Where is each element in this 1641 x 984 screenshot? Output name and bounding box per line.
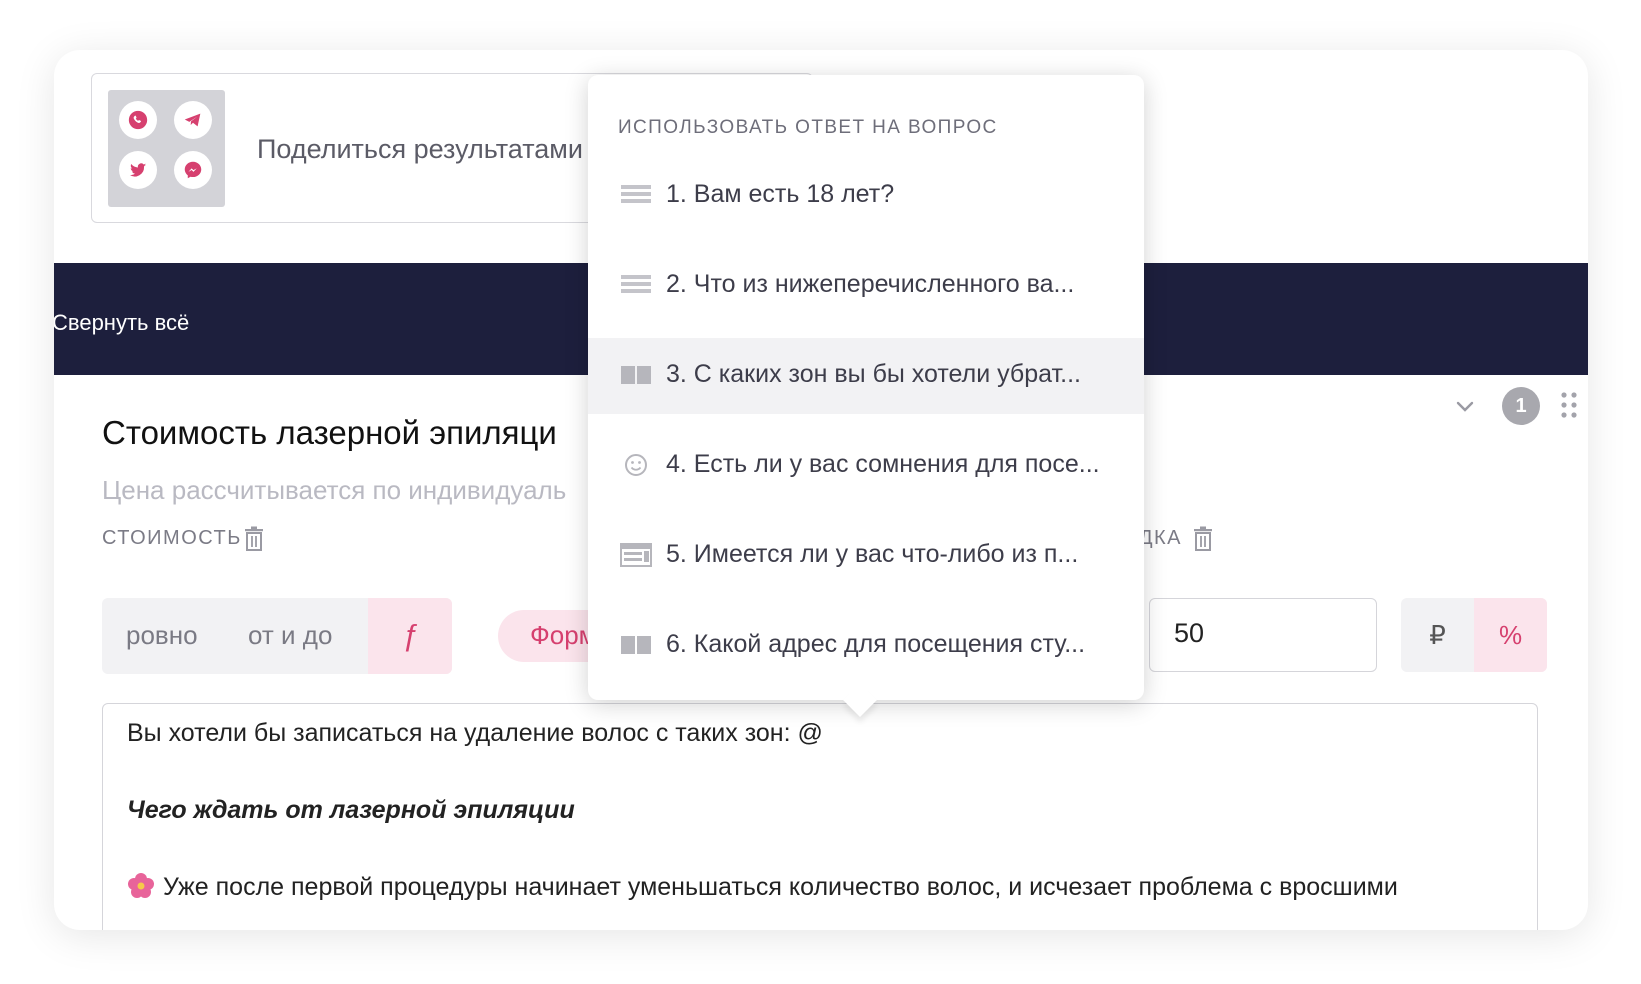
discount-value: 50 xyxy=(1174,618,1205,648)
dropdown-item[interactable]: 1. Вам есть 18 лет? xyxy=(588,158,1144,234)
editor-paragraph: Уже после первой процедуры начинает умен… xyxy=(127,872,1398,902)
dropdown-item-label: 2. Что из нижеперечисленного ва... xyxy=(666,270,1075,298)
messenger-icon xyxy=(174,151,212,189)
result-number-badge: 1 xyxy=(1502,387,1540,425)
dropdown-item-label: 4. Есть ли у вас сомнения для посе... xyxy=(666,450,1100,478)
collapse-all-button[interactable]: Свернуть всё xyxy=(54,310,189,336)
dropdown-item[interactable]: 6. Какой адрес для посещения сту... xyxy=(588,608,1144,684)
discount-unit-selector: ₽ % xyxy=(1401,598,1547,672)
chevron-down-icon[interactable] xyxy=(1452,393,1478,419)
share-icons-preview xyxy=(108,90,225,207)
discount-unit-percent[interactable]: % xyxy=(1474,598,1547,672)
twitter-icon xyxy=(119,151,157,189)
whatsapp-icon xyxy=(119,101,157,139)
trash-icon[interactable] xyxy=(1192,526,1214,552)
price-mode-exact[interactable]: ровно xyxy=(126,620,198,651)
list-icon xyxy=(621,185,651,203)
image-choice-icon xyxy=(621,636,651,654)
result-title[interactable]: Стоимость лазерной эпиляци xyxy=(102,414,557,452)
editor-heading: Чего ждать от лазерной эпиляции xyxy=(127,796,575,824)
drag-handle-icon[interactable] xyxy=(1560,390,1578,420)
dropdown-item[interactable]: 5. Имеется ли у вас что-либо из п... xyxy=(588,518,1144,594)
dropdown-item[interactable]: 3. С каких зон вы бы хотели убрат... xyxy=(588,338,1144,414)
dropdown-item[interactable]: 4. Есть ли у вас сомнения для посе... xyxy=(588,428,1144,504)
price-mode-selector: ровно от и до ƒ xyxy=(102,598,452,674)
share-results-text: Поделиться результатами xyxy=(257,134,583,164)
dropdown-item-label: 6. Какой адрес для посещения сту... xyxy=(666,630,1086,658)
flower-emoji-icon xyxy=(128,873,154,898)
price-mode-range[interactable]: от и до xyxy=(248,620,332,651)
dropdown-item-label: 3. С каких зон вы бы хотели убрат... xyxy=(666,360,1081,388)
image-choice-icon xyxy=(621,366,651,384)
dropdown-item-label: 1. Вам есть 18 лет? xyxy=(666,180,895,208)
discount-unit-rub[interactable]: ₽ xyxy=(1401,598,1474,672)
telegram-icon xyxy=(174,101,212,139)
dropdown-header: ИСПОЛЬЗОВАТЬ ОТВЕТ НА ВОПРОС xyxy=(618,117,998,138)
list-icon xyxy=(621,275,651,293)
editor-paragraph-text: Уже после первой процедуры начинает умен… xyxy=(163,873,1398,901)
price-mode-formula[interactable]: ƒ xyxy=(368,598,452,674)
trash-icon[interactable] xyxy=(243,526,265,552)
dropdown-item[interactable]: 2. Что из нижеперечисленного ва... xyxy=(588,248,1144,324)
dropdown-item-label: 5. Имеется ли у вас что-либо из п... xyxy=(666,540,1079,568)
discount-input[interactable]: 50 xyxy=(1149,598,1377,672)
editor-line: Вы хотели бы записаться на удаление воло… xyxy=(127,719,823,747)
smiley-icon xyxy=(625,454,647,476)
result-subtitle[interactable]: Цена рассчитывается по индивидуаль xyxy=(102,475,566,506)
question-answer-dropdown: ИСПОЛЬЗОВАТЬ ОТВЕТ НА ВОПРОС 1. Вам есть… xyxy=(588,75,1144,700)
formula-button-label: Форм xyxy=(530,620,597,650)
price-label: СТОИМОСТЬ xyxy=(102,527,242,549)
result-text-editor[interactable]: Вы хотели бы записаться на удаление воло… xyxy=(102,703,1538,930)
image-list-icon xyxy=(620,543,652,567)
